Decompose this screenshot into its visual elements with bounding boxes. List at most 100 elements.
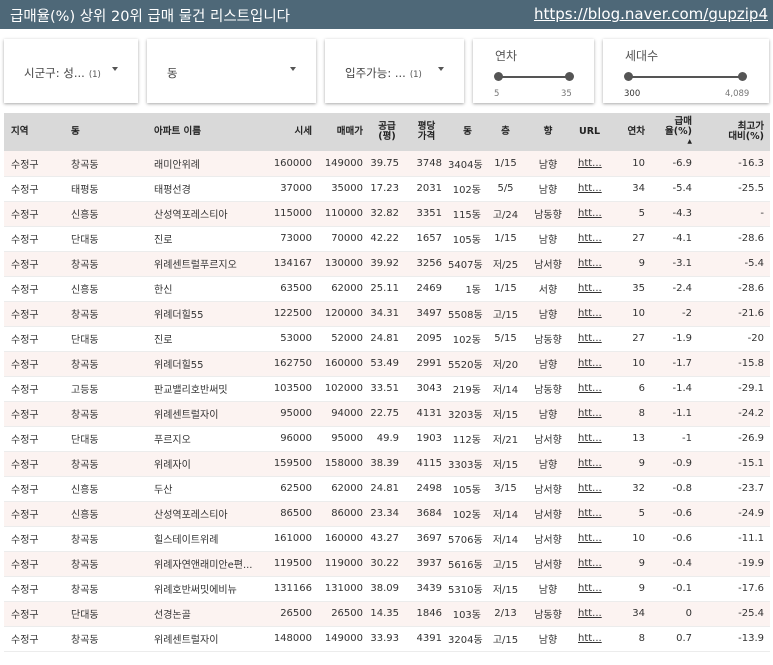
table-row[interactable]: 수정구 창곡동 위례센트럴자이 95000 94000 22.75 4131 3203동 저/1… (4, 401, 770, 427)
table-row[interactable]: 수정구 단대동 진로 73000 70000 42.22 1657 105동 1/15 남향 htt… (4, 226, 770, 252)
col-header-direction[interactable]: 향 (524, 113, 572, 151)
cell-floor: 저/20 (487, 351, 524, 377)
cell-market-price: 26500 (257, 601, 318, 627)
households-slider-label: 세대수 (625, 49, 659, 63)
col-header-discount-rate[interactable]: 급매 율(%) ▲ (651, 113, 698, 151)
table-row[interactable]: 수정구 창곡동 힐스테이트위례 161000 160000 43.27 3697 5706동 저… (4, 526, 770, 552)
cell-dong: 창곡동 (64, 551, 147, 577)
cell-url-link[interactable]: htt... (572, 376, 612, 402)
table-row[interactable]: 수정구 신흥동 두산 62500 62000 24.81 2498 105동 3/15 남서향 ht… (4, 476, 770, 502)
cell-building: 105동 (448, 476, 487, 502)
cell-vs-peak: -23.7 (698, 476, 770, 502)
blog-link[interactable]: https://blog.naver.com/gupzip4 (534, 5, 768, 23)
cell-year: 27 (612, 326, 651, 352)
cell-dong: 창곡동 (64, 301, 147, 327)
year-range-slider[interactable]: 연차 5 35 (473, 39, 594, 103)
cell-url-link[interactable]: htt... (572, 551, 612, 577)
table-row[interactable]: 수정구 창곡동 위례자이 159500 158000 38.39 4115 3303동 저/15… (4, 451, 770, 477)
cell-discount-rate: -0.6 (651, 526, 698, 552)
table-row[interactable]: 수정구 창곡동 위례호반써밋에비뉴 131166 131000 38.09 3439 5310… (4, 576, 770, 602)
cell-url-link[interactable]: htt... (572, 626, 612, 652)
table-row[interactable]: 수정구 창곡동 위례더힐55 122500 120000 34.31 3497 5508동 고/… (4, 301, 770, 327)
col-header-peak-line2: 대비(%) (728, 131, 764, 142)
table-row[interactable]: 수정구 신흥동 한신 63500 62000 25.11 2469 1동 1/15 서향 htt..… (4, 276, 770, 302)
table-row[interactable]: 수정구 신흥동 산성역포레스티아 86500 86000 23.34 3684 102동 저/1… (4, 501, 770, 527)
cell-dong: 창곡동 (64, 576, 147, 602)
dong-filter-dropdown[interactable]: 동 (147, 39, 316, 103)
cell-year: 10 (612, 526, 651, 552)
cell-url-link[interactable]: htt... (572, 526, 612, 552)
cell-region: 수정구 (4, 301, 64, 327)
cell-discount-rate: -1.7 (651, 351, 698, 377)
cell-url-link[interactable]: htt... (572, 401, 612, 427)
cell-url-link[interactable]: htt... (572, 601, 612, 627)
households-slider-min-handle[interactable] (624, 72, 633, 81)
cell-url-link[interactable]: htt... (572, 476, 612, 502)
cell-price-per-area: 2095 (405, 326, 448, 352)
cell-dong: 창곡동 (64, 451, 147, 477)
cell-url-link[interactable]: htt... (572, 501, 612, 527)
cell-url-link[interactable]: htt... (572, 226, 612, 252)
table-row[interactable]: 수정구 태평동 태평선경 37000 35000 17.23 2031 102동 5/5 남향 ht… (4, 176, 770, 202)
cell-url-link[interactable]: htt... (572, 351, 612, 377)
col-header-region[interactable]: 지역 (4, 113, 64, 151)
col-header-floor[interactable]: 층 (487, 113, 524, 151)
table-row[interactable]: 수정구 단대동 진로 53000 52000 24.81 2095 102동 5/15 남동향 ht… (4, 326, 770, 352)
households-slider-min-value: 300 (624, 89, 641, 99)
cell-url-link[interactable]: htt... (572, 426, 612, 452)
table-row[interactable]: 수정구 창곡동 위례더힐55 162750 160000 53.49 2991 5520동 저/… (4, 351, 770, 377)
cell-floor: 2/13 (487, 601, 524, 627)
col-header-vs-peak[interactable]: 최고가 대비(%) (698, 113, 770, 151)
households-range-slider[interactable]: 세대수 300 4,089 (603, 39, 769, 103)
cell-direction: 남서향 (524, 551, 572, 577)
households-slider-track[interactable] (628, 76, 743, 78)
cell-price-per-area: 2469 (405, 276, 448, 302)
cell-url-link[interactable]: htt... (572, 301, 612, 327)
table-row[interactable]: 수정구 고등동 판교밸리호반써밋 103500 102000 33.51 3043 219동 저… (4, 376, 770, 402)
table-row[interactable]: 수정구 창곡동 래미안위례 160000 149000 39.75 3748 3404동 1/1… (4, 151, 770, 177)
year-slider-track[interactable] (498, 76, 570, 78)
table-row[interactable]: 수정구 창곡동 위례자연앤래미안e편... 119500 119000 30.22 3937… (4, 551, 770, 577)
cell-price-per-area: 4391 (405, 626, 448, 652)
cell-floor: 고/15 (487, 301, 524, 327)
cell-dong: 창곡동 (64, 526, 147, 552)
col-header-apt-name[interactable]: 아파트 이름 (147, 113, 257, 151)
cell-floor: 저/14 (487, 501, 524, 527)
cell-market-price: 148000 (257, 626, 318, 652)
move-in-filter-dropdown[interactable]: 입주가능: ... (1) (325, 39, 464, 103)
col-header-building[interactable]: 동 (448, 113, 487, 151)
cell-url-link[interactable]: htt... (572, 201, 612, 227)
cell-url-link[interactable]: htt... (572, 576, 612, 602)
col-header-sale-price[interactable]: 매매가 (318, 113, 369, 151)
col-header-url[interactable]: URL (572, 113, 612, 151)
table-row[interactable]: 수정구 단대동 선경논골 26500 26500 14.35 1846 103동 2/13 남동향… (4, 601, 770, 627)
cell-url-link[interactable]: htt... (572, 151, 612, 177)
cell-direction: 남향 (524, 151, 572, 177)
cell-year: 9 (612, 251, 651, 277)
district-filter-dropdown[interactable]: 시군구: 성... (1) (4, 39, 138, 103)
cell-region: 수정구 (4, 501, 64, 527)
table-row[interactable]: 수정구 창곡동 위례센트럴푸르지오 134167 130000 39.92 3256 5407… (4, 251, 770, 277)
cell-url-link[interactable]: htt... (572, 451, 612, 477)
col-header-year[interactable]: 연차 (612, 113, 651, 151)
cell-market-price: 162750 (257, 351, 318, 377)
table-row[interactable]: 수정구 신흥동 산성역포레스티아 115000 110000 32.82 3351 115동 고… (4, 201, 770, 227)
cell-year: 35 (612, 276, 651, 302)
cell-vs-peak: -29.1 (698, 376, 770, 402)
cell-price-per-area: 3937 (405, 551, 448, 577)
col-header-price-per-area[interactable]: 평당 가격 (405, 113, 448, 151)
col-header-market-price[interactable]: 시세 (257, 113, 318, 151)
col-header-area[interactable]: 공급 (평) (369, 113, 405, 151)
table-row[interactable]: 수정구 창곡동 위례센트럴자이 148000 149000 33.93 4391 3204동 고… (4, 626, 770, 652)
cell-vs-peak: -26.9 (698, 426, 770, 452)
households-slider-max-handle[interactable] (738, 72, 747, 81)
col-header-dong[interactable]: 동 (64, 113, 147, 151)
cell-url-link[interactable]: htt... (572, 251, 612, 277)
year-slider-min-handle[interactable] (494, 72, 503, 81)
cell-url-link[interactable]: htt... (572, 176, 612, 202)
cell-url-link[interactable]: htt... (572, 276, 612, 302)
cell-url-link[interactable]: htt... (572, 326, 612, 352)
cell-area: 38.09 (369, 576, 405, 602)
year-slider-max-handle[interactable] (565, 72, 574, 81)
table-row[interactable]: 수정구 단대동 푸르지오 96000 95000 49.9 1903 112동 저/21 남서향 h… (4, 426, 770, 452)
